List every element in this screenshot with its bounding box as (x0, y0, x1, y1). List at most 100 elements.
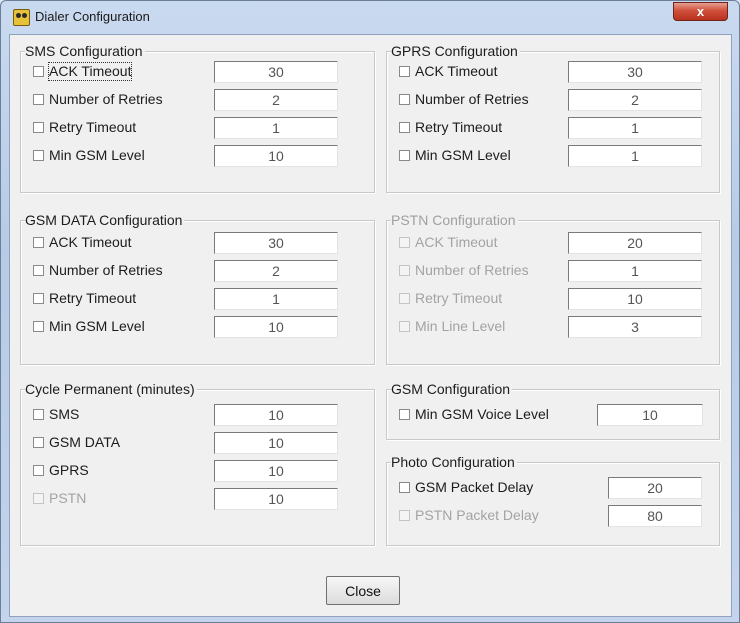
sms-retry-timeout-label[interactable]: Retry Timeout (49, 119, 136, 136)
cycle-gprs-label[interactable]: GPRS (49, 462, 89, 479)
cycle-gsm-data-checkbox[interactable] (33, 437, 44, 448)
pstn-packet-delay-label[interactable]: PSTN Packet Delay (415, 507, 539, 524)
app-icon (13, 9, 30, 26)
pstn-packet-delay-row: PSTN Packet Delay (387, 505, 719, 527)
cycle-sms-checkbox[interactable] (33, 409, 44, 420)
gsm-data-ack-timeout-row: ACK Timeout (21, 232, 374, 254)
gsm-data-min-gsm-level-row: Min GSM Level (21, 316, 374, 338)
photo-configuration-group: Photo Configuration GSM Packet Delay PST… (386, 454, 720, 546)
cycle-gsm-data-row: GSM DATA (21, 432, 374, 454)
gprs-ack-timeout-field[interactable] (568, 61, 702, 83)
cycle-gsm-data-field[interactable] (214, 432, 338, 454)
gsm-data-ack-timeout-field[interactable] (214, 232, 338, 254)
cycle-pstn-checkbox[interactable] (33, 493, 44, 504)
cycle-pstn-field[interactable] (214, 488, 338, 510)
sms-ack-timeout-checkbox[interactable] (33, 66, 44, 77)
title-bar[interactable]: Dialer Configuration x (1, 1, 740, 35)
gsm-data-min-gsm-level-checkbox[interactable] (33, 321, 44, 332)
gprs-min-gsm-level-row: Min GSM Level (387, 145, 719, 167)
pstn-min-line-level-field[interactable] (568, 316, 702, 338)
window-title: Dialer Configuration (35, 9, 150, 24)
gprs-min-gsm-level-label[interactable]: Min GSM Level (415, 147, 511, 164)
gsm-packet-delay-label[interactable]: GSM Packet Delay (415, 479, 533, 496)
cycle-gprs-field[interactable] (214, 460, 338, 482)
cycle-sms-label[interactable]: SMS (49, 406, 79, 423)
close-button[interactable]: Close (326, 576, 400, 605)
gprs-number-of-retries-row: Number of Retries (387, 89, 719, 111)
pstn-min-line-level-label[interactable]: Min Line Level (415, 318, 505, 335)
gsm-data-number-of-retries-checkbox[interactable] (33, 265, 44, 276)
cycle-pstn-row: PSTN (21, 488, 374, 510)
pstn-retry-timeout-row: Retry Timeout (387, 288, 719, 310)
min-gsm-voice-level-field[interactable] (597, 404, 703, 426)
min-gsm-voice-level-checkbox[interactable] (399, 409, 410, 420)
gsm-data-min-gsm-level-field[interactable] (214, 316, 338, 338)
pstn-configuration-title: PSTN Configuration (391, 212, 518, 228)
pstn-ack-timeout-row: ACK Timeout (387, 232, 719, 254)
pstn-retry-timeout-label[interactable]: Retry Timeout (415, 290, 502, 307)
gprs-retry-timeout-checkbox[interactable] (399, 122, 410, 133)
pstn-ack-timeout-field[interactable] (568, 232, 702, 254)
cycle-pstn-label[interactable]: PSTN (49, 490, 86, 507)
gsm-data-ack-timeout-label[interactable]: ACK Timeout (49, 234, 131, 251)
gprs-retry-timeout-label[interactable]: Retry Timeout (415, 119, 502, 136)
sms-min-gsm-level-row: Min GSM Level (21, 145, 374, 167)
pstn-number-of-retries-field[interactable] (568, 260, 702, 282)
sms-ack-timeout-label[interactable]: ACK Timeout (47, 62, 133, 81)
sms-ack-timeout-field[interactable] (214, 61, 338, 83)
sms-retry-timeout-field[interactable] (214, 117, 338, 139)
gprs-number-of-retries-label[interactable]: Number of Retries (415, 91, 529, 108)
dialog-window: Dialer Configuration x SMS Configuration… (0, 0, 740, 623)
gsm-packet-delay-checkbox[interactable] (399, 482, 410, 493)
pstn-number-of-retries-label[interactable]: Number of Retries (415, 262, 529, 279)
sms-min-gsm-level-field[interactable] (214, 145, 338, 167)
gsm-data-number-of-retries-field[interactable] (214, 260, 338, 282)
pstn-min-line-level-checkbox[interactable] (399, 321, 410, 332)
gsm-data-retry-timeout-label[interactable]: Retry Timeout (49, 290, 136, 307)
pstn-ack-timeout-label[interactable]: ACK Timeout (415, 234, 497, 251)
cycle-permanent-title: Cycle Permanent (minutes) (25, 381, 197, 397)
sms-ack-timeout-row: ACK Timeout (21, 61, 374, 83)
gprs-ack-timeout-checkbox[interactable] (399, 66, 410, 77)
pstn-packet-delay-field[interactable] (608, 505, 702, 527)
pstn-number-of-retries-checkbox[interactable] (399, 265, 410, 276)
sms-min-gsm-level-label[interactable]: Min GSM Level (49, 147, 145, 164)
window-close-button[interactable]: x (673, 2, 728, 21)
gprs-min-gsm-level-checkbox[interactable] (399, 150, 410, 161)
gprs-number-of-retries-checkbox[interactable] (399, 94, 410, 105)
min-gsm-voice-level-label[interactable]: Min GSM Voice Level (415, 406, 549, 423)
sms-number-of-retries-label[interactable]: Number of Retries (49, 91, 163, 108)
gsm-data-retry-timeout-checkbox[interactable] (33, 293, 44, 304)
cycle-permanent-group: Cycle Permanent (minutes) SMS GSM DATA G… (20, 381, 375, 546)
cycle-sms-field[interactable] (214, 404, 338, 426)
gsm-configuration-title: GSM Configuration (391, 381, 513, 397)
gsm-data-retry-timeout-field[interactable] (214, 288, 338, 310)
gsm-data-ack-timeout-checkbox[interactable] (33, 237, 44, 248)
cycle-gprs-checkbox[interactable] (33, 465, 44, 476)
gsm-data-retry-timeout-row: Retry Timeout (21, 288, 374, 310)
pstn-retry-timeout-checkbox[interactable] (399, 293, 410, 304)
pstn-configuration-group: PSTN Configuration ACK Timeout Number of… (386, 212, 720, 365)
cycle-gprs-row: GPRS (21, 460, 374, 482)
gsm-packet-delay-field[interactable] (608, 477, 702, 499)
pstn-ack-timeout-checkbox[interactable] (399, 237, 410, 248)
dialog-client-area: SMS Configuration ACK Timeout Number of … (9, 34, 732, 617)
pstn-number-of-retries-row: Number of Retries (387, 260, 719, 282)
pstn-retry-timeout-field[interactable] (568, 288, 702, 310)
gprs-configuration-title: GPRS Configuration (391, 43, 520, 59)
cycle-gsm-data-label[interactable]: GSM DATA (49, 434, 120, 451)
gprs-number-of-retries-field[interactable] (568, 89, 702, 111)
sms-configuration-group: SMS Configuration ACK Timeout Number of … (20, 43, 375, 193)
gsm-data-number-of-retries-label[interactable]: Number of Retries (49, 262, 163, 279)
pstn-packet-delay-checkbox[interactable] (399, 510, 410, 521)
sms-min-gsm-level-checkbox[interactable] (33, 150, 44, 161)
gsm-configuration-group: GSM Configuration Min GSM Voice Level (386, 381, 720, 440)
sms-retry-timeout-checkbox[interactable] (33, 122, 44, 133)
gprs-min-gsm-level-field[interactable] (568, 145, 702, 167)
gsm-data-min-gsm-level-label[interactable]: Min GSM Level (49, 318, 145, 335)
photo-configuration-title: Photo Configuration (391, 454, 517, 470)
gprs-ack-timeout-label[interactable]: ACK Timeout (415, 63, 497, 80)
sms-number-of-retries-field[interactable] (214, 89, 338, 111)
sms-number-of-retries-checkbox[interactable] (33, 94, 44, 105)
gprs-retry-timeout-field[interactable] (568, 117, 702, 139)
